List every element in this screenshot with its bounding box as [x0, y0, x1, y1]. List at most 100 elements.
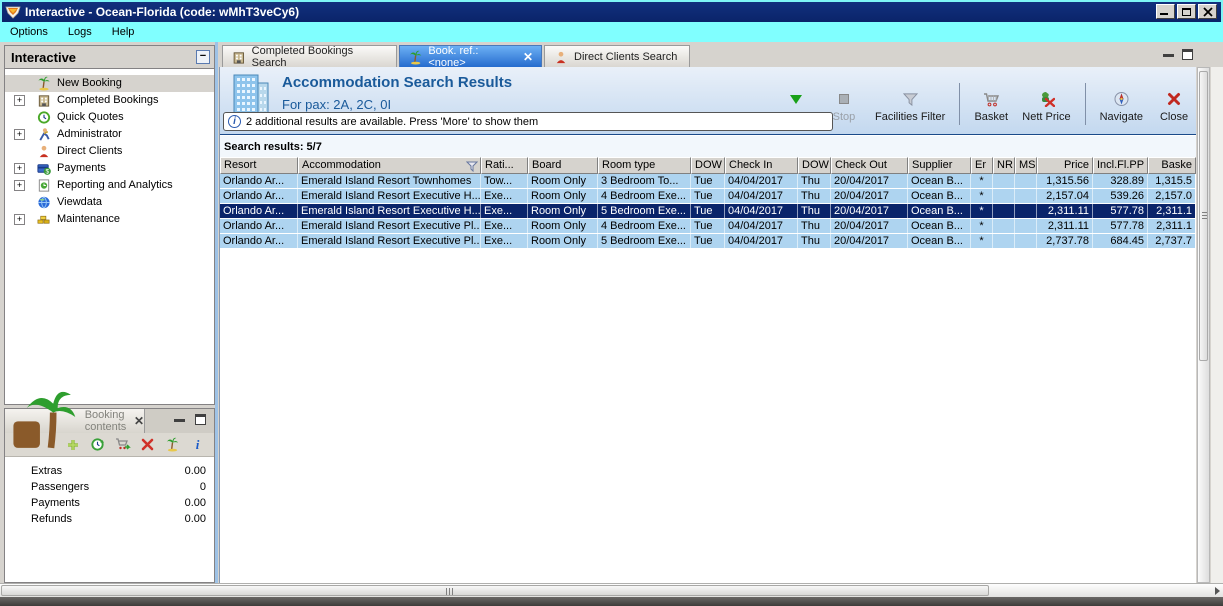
basket-cart-icon — [983, 91, 1000, 107]
column-header[interactable]: Check Out — [831, 157, 908, 174]
column-header[interactable]: Room type — [598, 157, 691, 174]
tab-panel-restore-icon[interactable] — [1182, 49, 1193, 60]
delete-x-icon[interactable] — [139, 437, 156, 453]
minimize-button[interactable] — [1156, 4, 1175, 19]
results-table: Resort Accommodation Rati... Board Room … — [220, 157, 1196, 249]
sidebar-item-viewdata[interactable]: Viewdata — [5, 194, 214, 211]
expand-plus-icon[interactable]: + — [14, 129, 25, 140]
booking-contents-close-icon[interactable]: ✕ — [134, 414, 144, 428]
column-filter-icon[interactable] — [466, 161, 478, 172]
sidebar-item-label: Payments — [57, 162, 106, 174]
content-area: Interactive − New Booking + Completed Book… — [0, 42, 1223, 583]
list-item[interactable]: Passengers 0 — [5, 479, 214, 495]
column-header[interactable]: DOW — [691, 157, 725, 174]
refresh-clock-icon[interactable] — [89, 437, 106, 453]
horizontal-scrollbar[interactable] — [0, 583, 1223, 597]
palm-tree-icon[interactable] — [164, 437, 181, 453]
table-cell: 20/04/2017 — [831, 174, 908, 188]
table-cell: Ocean B... — [908, 204, 971, 218]
menu-logs[interactable]: Logs — [58, 24, 102, 40]
table-cell: 2,311.1 — [1148, 204, 1196, 218]
menu-options[interactable]: Options — [0, 24, 58, 40]
maximize-button[interactable] — [1177, 4, 1196, 19]
column-header[interactable]: Price — [1037, 157, 1093, 174]
pax-subtitle: For pax: 2A, 2C, 0I — [282, 97, 392, 112]
table-cell: Tue — [691, 189, 725, 203]
booking-panel-minimize-icon[interactable] — [174, 419, 185, 422]
column-header[interactable]: Supplier — [908, 157, 971, 174]
sidebar-item-administrator[interactable]: + Administrator — [5, 126, 214, 143]
navigate-compass-icon — [1113, 91, 1130, 107]
column-header[interactable]: Check In — [725, 157, 798, 174]
table-cell: 577.78 — [1093, 204, 1148, 218]
vertical-scrollbar-thumb[interactable] — [1199, 71, 1208, 361]
table-cell: Room Only — [528, 174, 598, 188]
expand-plus-icon[interactable]: + — [14, 180, 25, 191]
table-cell: Tue — [691, 204, 725, 218]
menu-bar: Options Logs Help — [0, 22, 1223, 42]
expand-plus-icon[interactable]: + — [14, 163, 25, 174]
app-logo-icon — [5, 6, 21, 19]
column-header[interactable]: Accommodation — [298, 157, 481, 174]
close-icon — [1203, 7, 1213, 17]
nett-price-button[interactable]: Nett Price — [1022, 91, 1071, 125]
sidebar-item-reporting-and-analytics[interactable]: + Reporting and Analytics — [5, 177, 214, 194]
list-item[interactable]: Refunds 0.00 — [5, 511, 214, 527]
horizontal-scrollbar-thumb[interactable] — [1, 585, 989, 596]
table-row[interactable]: Orlando Ar... Emerald Island Resort Townh… — [220, 174, 1196, 189]
nett-price-icon — [1038, 91, 1055, 107]
column-header[interactable]: MS — [1015, 157, 1037, 174]
table-row[interactable]: Orlando Ar... Emerald Island Resort Execu… — [220, 234, 1196, 249]
expand-plus-icon[interactable]: + — [14, 214, 25, 225]
facilities-filter-button[interactable]: Facilities Filter — [875, 91, 945, 125]
sidebar-item-maintenance[interactable]: + Maintenance — [5, 211, 214, 228]
booking-contents-tab[interactable]: Booking contents ✕ — [5, 391, 145, 448]
table-cell — [993, 234, 1015, 248]
table-cell: 20/04/2017 — [831, 219, 908, 233]
close-results-button[interactable]: Close — [1157, 91, 1191, 125]
sidebar-item-completed-bookings[interactable]: + Completed Bookings — [5, 92, 214, 109]
tab-booking-ref[interactable]: Book. ref.: <none> ✕ — [399, 45, 542, 69]
sidebar-item-payments[interactable]: + $ Payments — [5, 160, 214, 177]
info-i-icon[interactable]: i — [189, 437, 206, 453]
tab-close-icon[interactable]: ✕ — [523, 50, 533, 64]
table-cell: Tue — [691, 174, 725, 188]
sidebar-item-quick-quotes[interactable]: Quick Quotes — [5, 109, 214, 126]
table-row[interactable]: Orlando Ar... Emerald Island Resort Execu… — [220, 189, 1196, 204]
table-row[interactable]: Orlando Ar... Emerald Island Resort Execu… — [220, 204, 1196, 219]
column-header[interactable]: Incl.Fl.PP — [1093, 157, 1148, 174]
navigate-button[interactable]: Navigate — [1100, 91, 1143, 125]
tab-label: Direct Clients Search — [574, 51, 678, 63]
column-header[interactable]: NR — [993, 157, 1015, 174]
tab-direct-clients-search[interactable]: Direct Clients Search — [544, 45, 690, 68]
sidebar-collapse-button[interactable]: − — [196, 50, 210, 64]
list-item[interactable]: Payments 0.00 — [5, 495, 214, 511]
menu-help[interactable]: Help — [102, 24, 145, 40]
booking-panel-restore-icon[interactable] — [195, 414, 206, 425]
close-window-button[interactable] — [1198, 4, 1217, 19]
column-header[interactable]: DOW — [798, 157, 831, 174]
sidebar-splitter[interactable] — [215, 42, 218, 583]
list-item[interactable]: Extras 0.00 — [5, 463, 214, 479]
vertical-scrollbar[interactable] — [1197, 67, 1210, 583]
tab-panel-minimize-icon[interactable] — [1163, 54, 1174, 57]
cart-arrow-icon[interactable] — [114, 437, 131, 453]
column-header[interactable]: Resort — [220, 157, 298, 174]
scroll-right-arrow-icon[interactable] — [1215, 587, 1220, 595]
tab-completed-bookings-search[interactable]: Completed Bookings Search — [222, 45, 397, 69]
column-header[interactable]: Er — [971, 157, 993, 174]
globe-icon — [38, 196, 50, 209]
title-bar: Interactive - Ocean-Florida (code: wMhT3… — [0, 0, 1223, 22]
table-cell — [993, 204, 1015, 218]
table-cell: 4 Bedroom Exe... — [598, 219, 691, 233]
sidebar-item-direct-clients[interactable]: Direct Clients — [5, 143, 214, 160]
table-row[interactable]: Orlando Ar... Emerald Island Resort Execu… — [220, 219, 1196, 234]
expand-plus-icon[interactable]: + — [14, 95, 25, 106]
sidebar-item-new-booking[interactable]: New Booking — [5, 75, 214, 92]
column-header[interactable]: Baske — [1148, 157, 1196, 174]
basket-button[interactable]: Basket — [974, 91, 1008, 125]
palm-tree-icon — [13, 391, 76, 448]
column-header[interactable]: Rati... — [481, 157, 528, 174]
table-cell: 3 Bedroom To... — [598, 174, 691, 188]
column-header[interactable]: Board — [528, 157, 598, 174]
